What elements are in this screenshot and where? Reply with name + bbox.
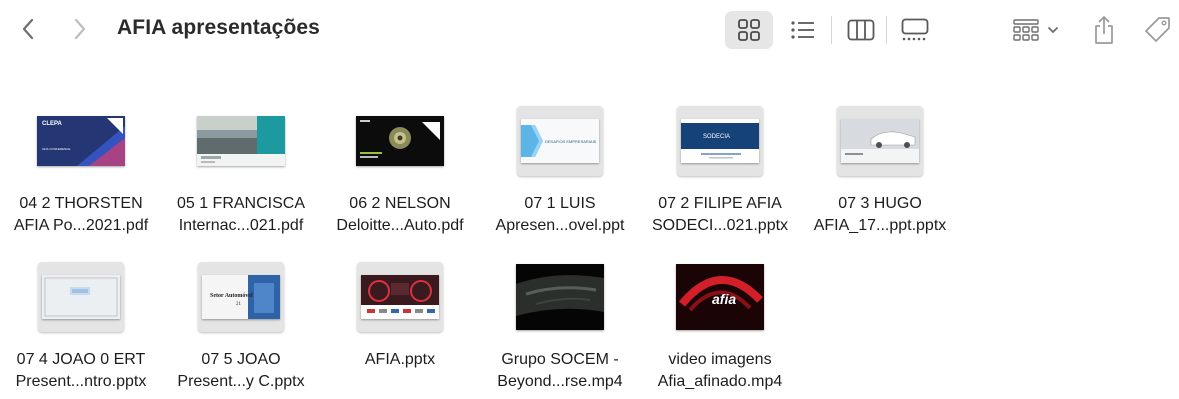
file-name-line1: 07 1 LUIS: [524, 195, 596, 212]
clepa-logo-text: CLEPA: [42, 121, 63, 127]
finder-toolbar: AFIA apresentações: [0, 0, 1179, 60]
video-thumbnail: afia: [676, 264, 764, 330]
chevron-down-icon: [1048, 27, 1058, 34]
file-name-line2: Beyond...rse.mp4: [497, 373, 623, 390]
file-name-line2: AFIA Po...2021.pdf: [13, 217, 149, 234]
file-name-line2: Afia_afinado.mp4: [657, 373, 783, 390]
clepa-subtitle: AFIA CONFERENCE: [42, 147, 70, 151]
pdf-thumbnail: [356, 116, 444, 166]
file-name-line2: Present...ntro.pptx: [15, 373, 147, 390]
chevron-left-icon: [22, 18, 34, 40]
list-view-button[interactable]: [779, 11, 827, 49]
ppt-thumbnail: [841, 119, 919, 163]
ppt-frame: [38, 262, 124, 332]
file-name-line2: Present...y C.pptx: [177, 373, 305, 390]
icon-view-button[interactable]: [725, 11, 773, 49]
window-title: AFIA apresentações: [117, 16, 320, 39]
toolbar-divider: [886, 16, 887, 44]
list-icon: [791, 21, 814, 39]
share-icon: [1095, 16, 1113, 44]
chevron-right-icon: [74, 18, 86, 40]
file-name-line2: SODECI...021.pptx: [651, 217, 789, 234]
file-name-line1: AFIA.pptx: [364, 351, 436, 368]
file-name-line1: 07 4 JOAO 0 ERT: [16, 351, 146, 368]
ppt-frame: SODECIA: [677, 106, 763, 176]
file-name-line2: Internac...021.pdf: [178, 217, 304, 234]
gallery-icon: [901, 18, 929, 41]
file-name-line2: Apresen...ovel.ppt: [495, 217, 625, 234]
group-icon: [1013, 19, 1039, 41]
ppt-frame: Setor Automóvel 21: [198, 262, 284, 332]
slide-title: DESAFIOS EMPRESARIAIS: [545, 139, 597, 144]
slide-year: 21: [236, 302, 242, 307]
ppt-thumbnail: DESAFIOS EMPRESARIAIS: [521, 119, 599, 163]
pdf-thumbnail: [197, 116, 285, 166]
sodecia-logo-text: SODECIA: [703, 134, 730, 140]
ppt-thumbnail: [361, 275, 439, 319]
share-button[interactable]: [1088, 11, 1120, 49]
columns-icon: [847, 19, 875, 41]
forward-button[interactable]: [66, 14, 94, 44]
slide-title: Setor Automóvel: [210, 293, 253, 299]
afia-logo-text: afia: [712, 291, 736, 307]
tag-button[interactable]: [1140, 11, 1176, 49]
gallery-view-button[interactable]: [891, 11, 939, 49]
file-name-line1: 05 1 FRANCISCA: [176, 195, 306, 212]
file-name-line2: Deloitte...Auto.pdf: [336, 217, 464, 234]
column-view-button[interactable]: [837, 11, 885, 49]
back-button[interactable]: [14, 14, 42, 44]
ppt-thumbnail: SODECIA: [681, 119, 759, 163]
ppt-thumbnail: Setor Automóvel 21: [202, 275, 280, 319]
grid-icon: [738, 19, 760, 41]
file-name-line1: 04 2 THORSTEN: [19, 195, 143, 212]
tag-icon: [1145, 17, 1170, 42]
pdf-thumbnail: CLEPA AFIA CONFERENCE: [37, 116, 125, 166]
toolbar-divider: [831, 16, 832, 44]
ppt-frame: [837, 106, 923, 176]
ppt-frame: DESAFIOS EMPRESARIAIS: [517, 106, 603, 176]
group-by-button[interactable]: [1006, 11, 1066, 49]
file-name-line1: Grupo SOCEM -: [501, 351, 619, 368]
file-name-line2: AFIA_17...ppt.pptx: [813, 217, 947, 234]
file-name-line1: 07 3 HUGO: [838, 195, 922, 212]
file-name-line1: 07 2 FILIPE AFIA: [658, 195, 782, 212]
file-name-line1: 06 2 NELSON: [349, 195, 451, 212]
ppt-thumbnail: [42, 275, 120, 319]
ppt-frame: [357, 262, 443, 332]
file-name-line1: 07 5 JOAO: [201, 351, 281, 368]
video-thumbnail: [516, 264, 604, 330]
file-name-line1: video imagens: [668, 351, 772, 368]
